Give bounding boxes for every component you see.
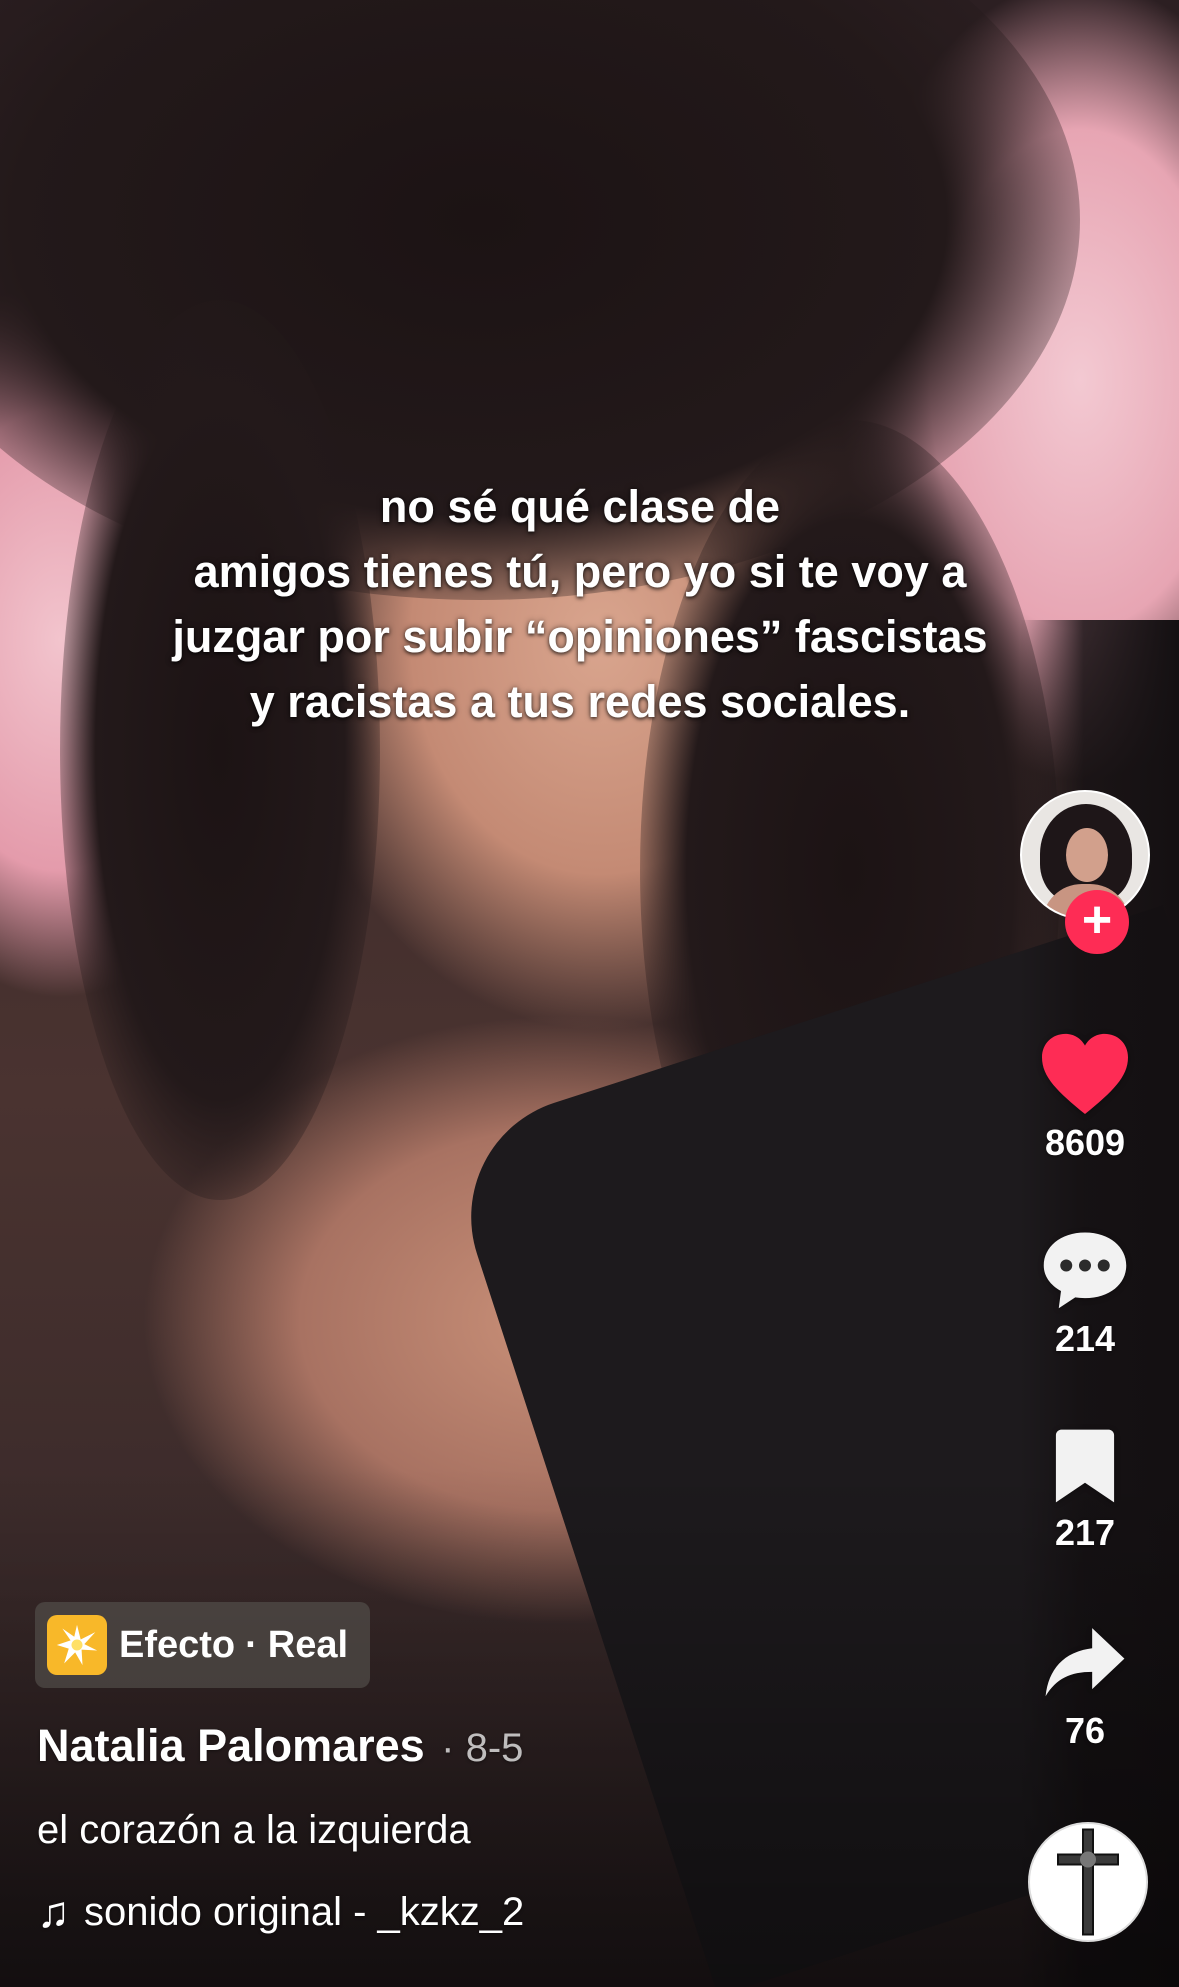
music-note-icon: ♫ [37,1887,70,1937]
music-track-name[interactable]: sonido original - _kzkz_2 [84,1890,524,1935]
creator-avatar-group[interactable]: + [1020,790,1150,954]
effect-chip[interactable]: Efecto · Real [35,1602,371,1688]
share-arrow-icon [1045,1628,1125,1697]
comment-bubble-icon [1043,1232,1127,1309]
share-count: 76 [1064,1710,1106,1751]
effect-label: Efecto [119,1623,236,1666]
like-button[interactable]: 8609 [1010,1030,1160,1164]
like-count: 8609 [1044,1122,1126,1163]
author-row: Natalia Palomares · 8-5 [37,1720,523,1772]
video-description[interactable]: el corazón a la izquierda [37,1808,471,1853]
video-caption: no sé qué clase de amigos tienes tú, per… [100,474,1060,734]
effect-name: Real [267,1623,349,1666]
caption-line: no sé qué clase de [379,481,781,532]
original-sound-disc[interactable] [1028,1822,1148,1942]
share-button[interactable]: 76 [1010,1624,1160,1752]
action-rail: + 8609 214 217 76 [1010,0,1160,1987]
caption-line: y racistas a tus redes sociales. [249,676,911,727]
caption-line: amigos tienes tú, pero yo si te voy a [193,546,967,597]
video-hair-shape [60,300,380,1200]
sparkle-burst-icon [47,1615,107,1675]
bookmark-icon [1055,1429,1115,1503]
caption-line: juzgar por subir “opiniones” fascistas [172,611,988,662]
heart-icon [1042,1033,1128,1115]
bookmark-button[interactable]: 217 [1010,1426,1160,1554]
comment-count: 214 [1054,1318,1116,1359]
cross-icon [1057,1828,1119,1936]
follow-plus-button[interactable]: + [1065,890,1129,954]
music-row[interactable]: ♫ sonido original - _kzkz_2 [37,1890,524,1935]
post-date: · 8-5 [441,1726,524,1770]
bookmark-count: 217 [1054,1512,1116,1553]
effect-separator: · [245,1623,258,1666]
author-name[interactable]: Natalia Palomares [37,1720,425,1771]
comment-button[interactable]: 214 [1010,1228,1160,1360]
video-player[interactable] [0,0,1179,1987]
